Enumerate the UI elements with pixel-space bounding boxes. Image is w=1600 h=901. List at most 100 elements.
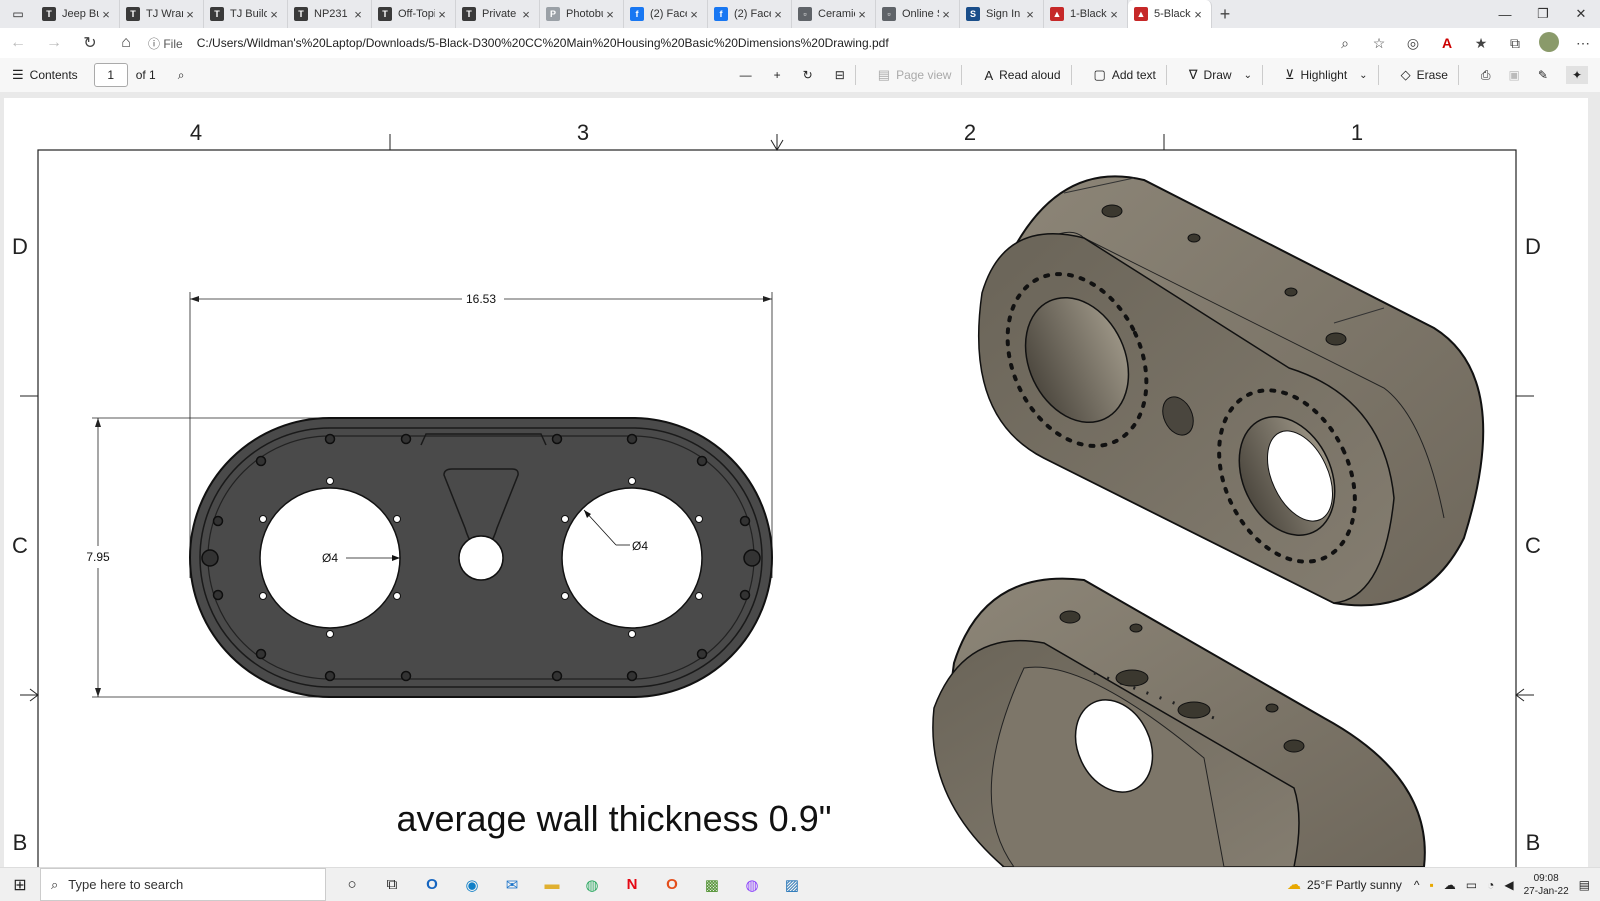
new-tab-button[interactable]: + xyxy=(1212,0,1238,28)
zone-label-b-right: B xyxy=(1526,830,1541,855)
browser-tab[interactable]: ▲ 5-Black-D× xyxy=(1128,0,1212,28)
search-icon: ⌕ xyxy=(51,876,59,892)
site-info-icon[interactable]: ⓘ File xyxy=(148,35,183,52)
browser-tab[interactable]: T TJ Build Thread× xyxy=(204,0,288,28)
messenger-icon[interactable]: ◍ xyxy=(732,868,772,901)
chevron-up-icon[interactable]: ^ xyxy=(1414,878,1420,892)
clock[interactable]: 09:08 27-Jan-22 xyxy=(1524,872,1569,898)
office-icon[interactable]: O xyxy=(652,868,692,901)
browser-tab[interactable]: ▫ Online Store× xyxy=(876,0,960,28)
save-as-icon[interactable]: ✎ xyxy=(1538,68,1548,82)
battery-icon[interactable]: ▭ xyxy=(1466,878,1477,892)
browser-tab[interactable]: T Off-Topic× xyxy=(372,0,456,28)
action-center-icon[interactable]: ▤ xyxy=(1579,878,1590,892)
file-explorer-icon[interactable]: ▬ xyxy=(532,868,572,901)
browser-tab[interactable]: T NP231 doubler× xyxy=(288,0,372,28)
browser-icon[interactable]: ◍ xyxy=(572,868,612,901)
close-tab-icon[interactable]: × xyxy=(1191,7,1205,22)
home-button[interactable]: ⌂ xyxy=(108,34,144,52)
add-text-button[interactable]: ▢ Add text xyxy=(1094,67,1156,83)
minecraft-icon[interactable]: ▩ xyxy=(692,868,732,901)
tab-title: TJ Build Thread xyxy=(230,8,267,20)
browser-tab[interactable]: f (2) Facebook× xyxy=(624,0,708,28)
browser-tab[interactable]: T TJ Wrangler× xyxy=(120,0,204,28)
browser-tab[interactable]: f (2) Facebook× xyxy=(708,0,792,28)
extension-icon[interactable]: ◎ xyxy=(1396,35,1430,52)
notification-app-icon[interactable]: ▪ xyxy=(1430,878,1434,892)
pin-toolbar-icon[interactable]: ✦ xyxy=(1565,66,1588,84)
favorites-icon[interactable]: ★ xyxy=(1464,35,1498,52)
mail-icon[interactable]: ✉ xyxy=(492,868,532,901)
read-aloud-button[interactable]: A Read aloud xyxy=(984,68,1060,83)
back-button[interactable]: ← xyxy=(0,34,36,52)
close-tab-icon[interactable]: × xyxy=(435,7,449,22)
profile-avatar[interactable] xyxy=(1532,31,1566,55)
photos-icon[interactable]: ▨ xyxy=(772,868,812,901)
refresh-button[interactable]: ↻ xyxy=(72,33,108,53)
close-tab-icon[interactable]: × xyxy=(1107,7,1121,22)
minimize-button[interactable]: — xyxy=(1486,0,1524,28)
pdf-document-area[interactable]: 4 3 2 1 D D C C B B 16.53 7.95 Ø4 Ø4 ave… xyxy=(0,92,1600,867)
close-tab-icon[interactable]: × xyxy=(1023,7,1037,22)
edge-icon[interactable]: ◉ xyxy=(452,868,492,901)
url-text: C:/Users/Wildman's%20Laptop/Downloads/5-… xyxy=(196,36,889,50)
page-view-button[interactable]: ▤ Page view xyxy=(878,67,952,83)
browser-tab[interactable]: ▫ Ceramic Coating× xyxy=(792,0,876,28)
close-tab-icon[interactable]: × xyxy=(519,7,533,22)
restore-button[interactable]: ❐ xyxy=(1524,0,1562,28)
zoom-out-button[interactable]: — xyxy=(740,68,752,82)
erase-button[interactable]: ◇ Erase xyxy=(1401,67,1448,83)
page-number-input[interactable]: 1 xyxy=(93,63,128,87)
browser-tab[interactable]: P Photobucket× xyxy=(540,0,624,28)
pdf-icon: ▲ xyxy=(1134,7,1148,21)
outlook-icon[interactable]: O xyxy=(412,868,452,901)
taskbar-search-box[interactable]: ⌕ Type here to search xyxy=(40,868,326,901)
pdf-toolbar: ☰ Contents 1 of 1 ⌕ — + ↻ ⊟ ▤ Page view AR… xyxy=(0,58,1600,93)
browser-tab[interactable]: S Sign In to× xyxy=(960,0,1044,28)
draw-button[interactable]: ∇ Draw ⌄ xyxy=(1189,67,1252,83)
zone-label-1: 1 xyxy=(1351,120,1363,145)
windows-start-icon[interactable]: ⊞ xyxy=(0,875,40,895)
close-tab-icon[interactable]: × xyxy=(603,7,617,22)
tab-actions-icon[interactable]: ▭ xyxy=(0,0,36,28)
weather-text[interactable]: 25°F Partly sunny xyxy=(1307,878,1402,892)
save-icon[interactable]: ▣ xyxy=(1509,68,1520,82)
close-tab-icon[interactable]: × xyxy=(267,7,281,22)
highlight-button[interactable]: ⊻ Highlight ⌄ xyxy=(1285,67,1368,83)
right-bore-diameter: Ø4 xyxy=(632,539,648,553)
close-tab-icon[interactable]: × xyxy=(183,7,197,22)
close-tab-icon[interactable]: × xyxy=(855,7,869,22)
onedrive-icon[interactable]: ☁ xyxy=(1444,878,1456,892)
acrobat-extension-icon[interactable]: A xyxy=(1430,35,1464,51)
find-icon[interactable]: ⌕ xyxy=(178,68,185,83)
volume-icon[interactable]: ◀ xyxy=(1504,878,1513,892)
browser-tab[interactable]: T Private Conversations× xyxy=(456,0,540,28)
wifi-icon[interactable]: ◔ xyxy=(1487,878,1494,892)
collections-icon[interactable]: ⧉ xyxy=(1498,35,1532,52)
zoom-in-button[interactable]: + xyxy=(774,68,781,82)
more-menu-icon[interactable]: ⋯ xyxy=(1566,35,1600,52)
close-tab-icon[interactable]: × xyxy=(351,7,365,22)
weather-icon[interactable]: ☁ xyxy=(1287,876,1301,893)
browser-tab[interactable]: ▲ 1-Black-Main× xyxy=(1044,0,1128,28)
rotate-icon[interactable]: ↻ xyxy=(803,68,813,82)
print-icon[interactable]: ⎙ xyxy=(1481,68,1491,83)
close-window-button[interactable]: ✕ xyxy=(1562,0,1600,28)
close-tab-icon[interactable]: × xyxy=(939,7,953,22)
forward-button[interactable]: → xyxy=(36,34,72,52)
task-view-icon[interactable]: ⧉ xyxy=(372,868,412,901)
read-aloud-label: Read aloud xyxy=(999,68,1061,82)
close-tab-icon[interactable]: × xyxy=(99,7,113,22)
close-tab-icon[interactable]: × xyxy=(771,7,785,22)
zoom-icon[interactable]: ⌕ xyxy=(1328,35,1362,52)
url-field[interactable]: ⓘ File C:/Users/Wildman's%20Laptop/Downl… xyxy=(148,31,1324,55)
fit-page-icon[interactable]: ⊟ xyxy=(835,68,845,82)
close-tab-icon[interactable]: × xyxy=(687,7,701,22)
browser-tab[interactable]: T Jeep Build× xyxy=(36,0,120,28)
contents-button[interactable]: ☰ Contents xyxy=(12,67,78,83)
add-favorite-icon[interactable]: ☆ xyxy=(1362,35,1396,52)
zone-label-d-right: D xyxy=(1525,234,1541,259)
netflix-icon[interactable]: N xyxy=(612,868,652,901)
erase-label: Erase xyxy=(1416,68,1448,82)
cortana-icon[interactable]: ○ xyxy=(332,868,372,901)
